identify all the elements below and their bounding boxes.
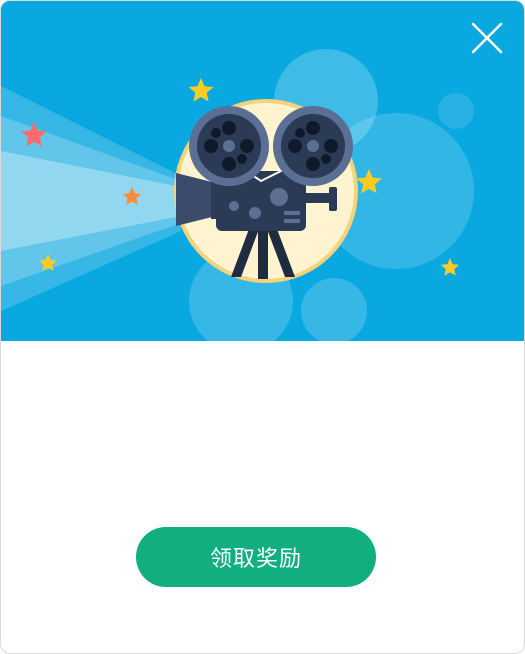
- close-button[interactable]: [468, 19, 506, 57]
- banner-illustration: [1, 1, 524, 341]
- movie-camera-illustration: [1, 1, 524, 341]
- reward-dialog: 领取奖励: [0, 0, 525, 654]
- close-icon: [471, 22, 503, 54]
- claim-reward-button[interactable]: 领取奖励: [136, 527, 376, 587]
